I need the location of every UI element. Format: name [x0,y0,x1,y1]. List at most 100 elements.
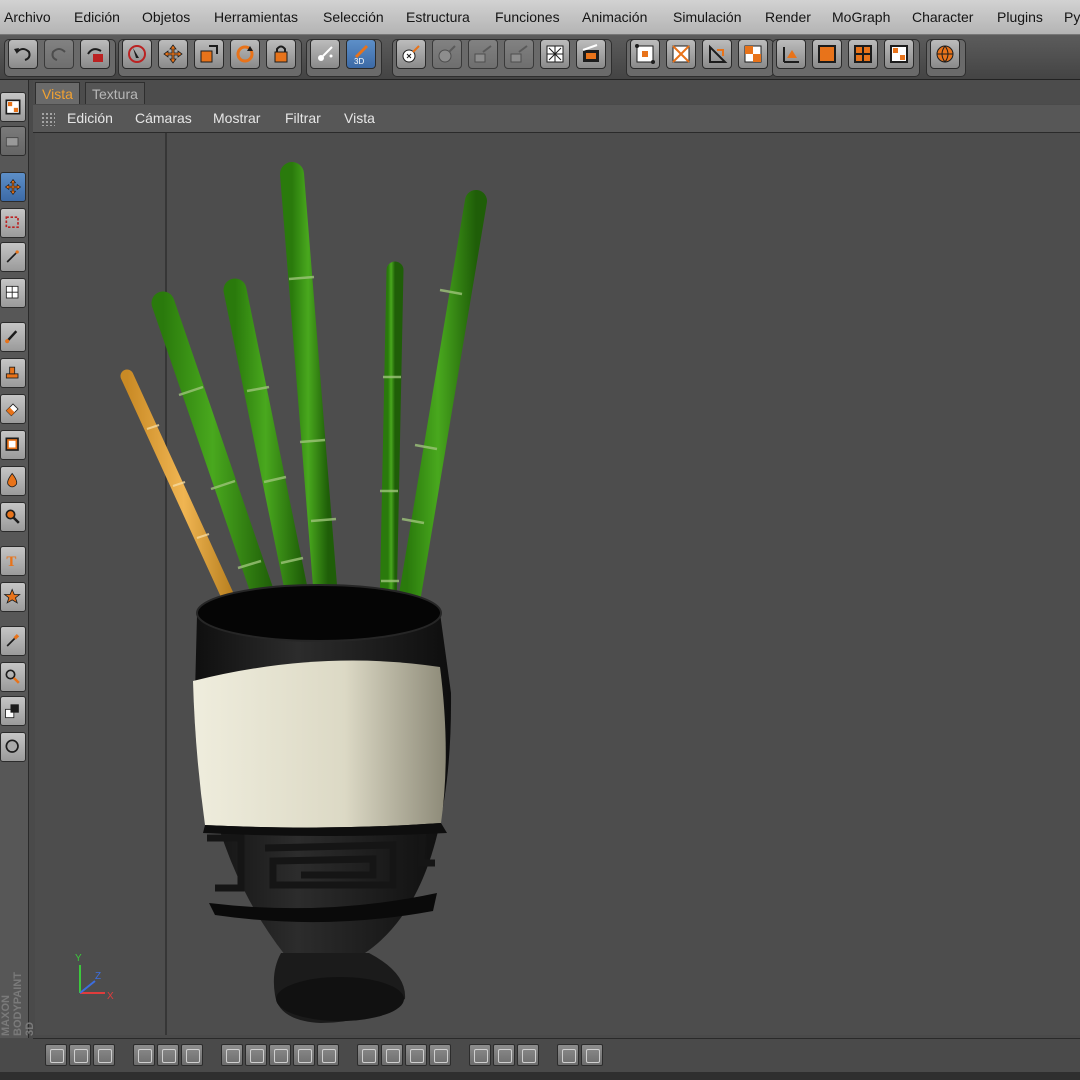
uv-points-icon [635,44,655,64]
clapper-icon [582,44,599,62]
view-menu-camaras[interactable]: Cámaras [135,110,192,126]
texture-paint-button[interactable] [468,39,498,69]
view-tabs: Vista Textura [33,80,1080,104]
uv-edit-button[interactable] [702,39,732,69]
axis-z-label: Z [95,971,101,982]
projection-icon [438,45,456,63]
paint-3d-button[interactable]: 3D [346,39,376,69]
redo-button[interactable] [44,39,74,69]
menu-mograph[interactable]: MoGraph [832,9,890,25]
menu-character[interactable]: Character [912,9,973,25]
bottom-tool-button[interactable] [581,1044,603,1066]
object-paint-button[interactable] [504,39,534,69]
brush-tool[interactable] [0,322,26,352]
undo-view-button[interactable] [80,39,110,69]
camera-tool[interactable] [0,126,26,156]
bottom-tool-button[interactable] [69,1044,91,1066]
bottom-tool-button[interactable] [245,1044,267,1066]
bottom-group [357,1044,453,1068]
view-menu-filtrar[interactable]: Filtrar [285,110,321,126]
view-menu-edicion[interactable]: Edición [67,110,113,126]
lock-axis-button[interactable] [266,39,296,69]
axis-mode-button[interactable] [776,39,806,69]
menu-archivo[interactable]: Archivo [4,9,51,25]
texture-view-button[interactable] [540,39,570,69]
bottom-tool-button[interactable] [133,1044,155,1066]
bottom-tool-button[interactable] [469,1044,491,1066]
bottom-tool-button[interactable] [429,1044,451,1066]
fill-tool[interactable] [0,430,26,460]
uv-points-button[interactable] [630,39,660,69]
menu-edicion[interactable]: Edición [74,9,120,25]
bottom-tool-button[interactable] [293,1044,315,1066]
menu-herramientas[interactable]: Herramientas [214,9,298,25]
move-tool[interactable] [0,172,26,202]
transform-tool[interactable] [0,278,26,308]
bottom-tool-button[interactable] [157,1044,179,1066]
magic-wand-icon [6,250,19,263]
magnifier-icon [5,509,20,524]
axis-y-label: Y [75,953,82,964]
live-selection-button[interactable] [122,39,152,69]
menu-objetos[interactable]: Objetos [142,9,190,25]
render-button[interactable] [576,39,606,69]
bottom-tool-button[interactable] [405,1044,427,1066]
single-view-button[interactable] [812,39,842,69]
paint-setup-button[interactable] [310,39,340,69]
bottom-tool-button[interactable] [269,1044,291,1066]
menu-estructura[interactable]: Estructura [406,9,470,25]
view-menu-vista[interactable]: Vista [344,110,375,126]
view-menu-mostrar[interactable]: Mostrar [213,110,260,126]
shape-tool[interactable] [0,582,26,612]
bottom-tool-button[interactable] [221,1044,243,1066]
text-icon: T [6,554,16,570]
move-icon [163,44,183,64]
layout-tool[interactable] [0,92,26,122]
magic-wand-tool[interactable] [0,242,26,272]
axis-gizmo: Y X Z [75,953,114,1002]
scale-button[interactable] [194,39,224,69]
smudge-tool[interactable] [0,466,26,496]
bottom-tool-button[interactable] [181,1044,203,1066]
menu-render[interactable]: Render [765,9,811,25]
bottom-tool-button[interactable] [517,1044,539,1066]
bottom-tool-button[interactable] [493,1044,515,1066]
zoom-tool[interactable] [0,502,26,532]
menu-seleccion[interactable]: Selección [323,9,384,25]
uv-checker-button[interactable] [738,39,768,69]
bottom-tool-button[interactable] [93,1044,115,1066]
bottom-tool-button[interactable] [381,1044,403,1066]
material-paint-button[interactable] [396,39,426,69]
menu-animacion[interactable]: Animación [582,9,647,25]
uv-polygons-button[interactable] [666,39,696,69]
menu-py[interactable]: Py [1064,9,1080,25]
rotate-button[interactable] [230,39,260,69]
menu-simulacion[interactable]: Simulación [673,9,741,25]
move-button[interactable] [158,39,188,69]
bottom-tool-button[interactable] [357,1044,379,1066]
text-tool[interactable]: T [0,546,26,576]
bottom-tool-button[interactable] [317,1044,339,1066]
undo-button[interactable] [8,39,38,69]
layout-view-button[interactable] [884,39,914,69]
tab-textura[interactable]: Textura [85,82,145,104]
rect-selection-tool[interactable] [0,208,26,238]
menu-plugins[interactable]: Plugins [997,9,1043,25]
viewport-3d[interactable]: Y X Z [35,133,1080,1035]
bottom-tool-button[interactable] [557,1044,579,1066]
color-swatches[interactable] [0,696,26,726]
menu-funciones[interactable]: Funciones [495,9,560,25]
quick-mask-tool[interactable] [0,732,26,762]
quad-view-button[interactable] [848,39,878,69]
eyedropper-tool[interactable] [0,626,26,656]
tab-vista[interactable]: Vista [35,82,80,104]
eraser-tool[interactable] [0,394,26,424]
color-picker-tool[interactable] [0,662,26,692]
stamp-tool[interactable] [0,358,26,388]
brush-icon [5,330,18,344]
brand-logo: MAXON BODYPAINT 3D [0,960,36,1036]
projection-paint-button[interactable] [432,39,462,69]
render-globe-button[interactable] [930,39,960,69]
bottom-tool-button[interactable] [45,1044,67,1066]
grip-icon[interactable] [41,112,55,126]
